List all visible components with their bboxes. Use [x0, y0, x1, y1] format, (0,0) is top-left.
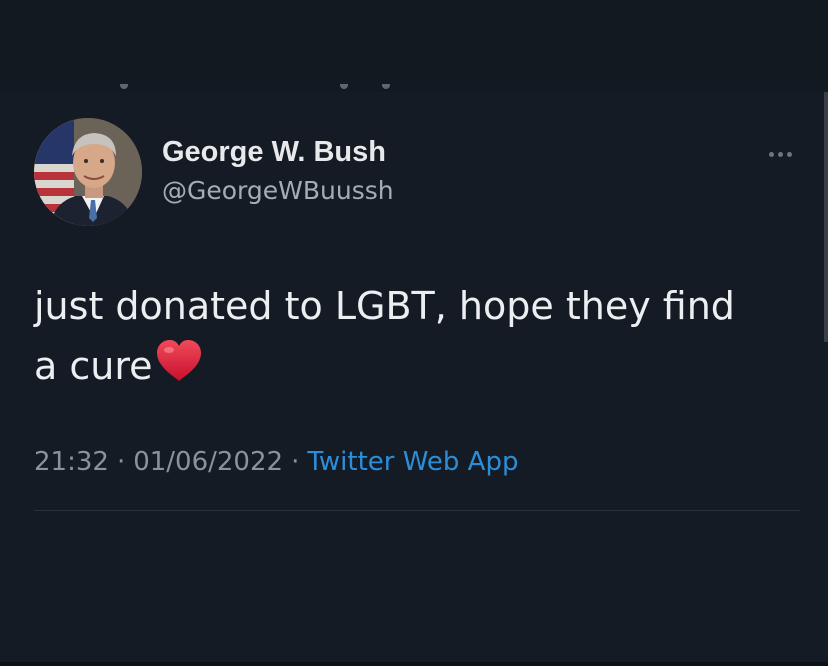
bottom-edge — [0, 662, 828, 666]
username-handle[interactable]: @GeorgeWBuussh — [162, 176, 394, 205]
red-heart-icon — [155, 339, 203, 400]
previous-tweet-fragment — [118, 84, 398, 92]
tweet-text-line-2-text: a cure — [34, 344, 153, 388]
more-options-button[interactable] — [758, 142, 802, 166]
tweet-screenshot: George W. Bush @GeorgeWBuussh just donat… — [0, 0, 828, 666]
scrollbar[interactable] — [824, 92, 828, 342]
tweet-date[interactable]: 01/06/2022 — [133, 447, 283, 477]
dot — [768, 151, 774, 157]
top-strip — [0, 0, 828, 92]
avatar[interactable] — [34, 118, 142, 226]
tweet-text-line-1: just donated to LGBT, hope they find — [34, 284, 735, 328]
tweet-metadata: 21:32 · 01/06/2022 · Twitter Web App — [34, 447, 518, 477]
source-link[interactable]: Twitter Web App — [307, 447, 518, 477]
lower-panel — [0, 511, 828, 666]
tweet-text-line-2: a cure — [34, 336, 804, 400]
tweet-time[interactable]: 21:32 — [34, 447, 109, 477]
portrait-icon — [34, 118, 142, 226]
separator: · — [291, 447, 300, 477]
dot — [786, 151, 792, 157]
dot — [777, 151, 783, 157]
separator: · — [116, 447, 126, 477]
display-name[interactable]: George W. Bush — [162, 136, 386, 169]
tweet-text: just donated to LGBT, hope they find a c… — [34, 276, 804, 400]
